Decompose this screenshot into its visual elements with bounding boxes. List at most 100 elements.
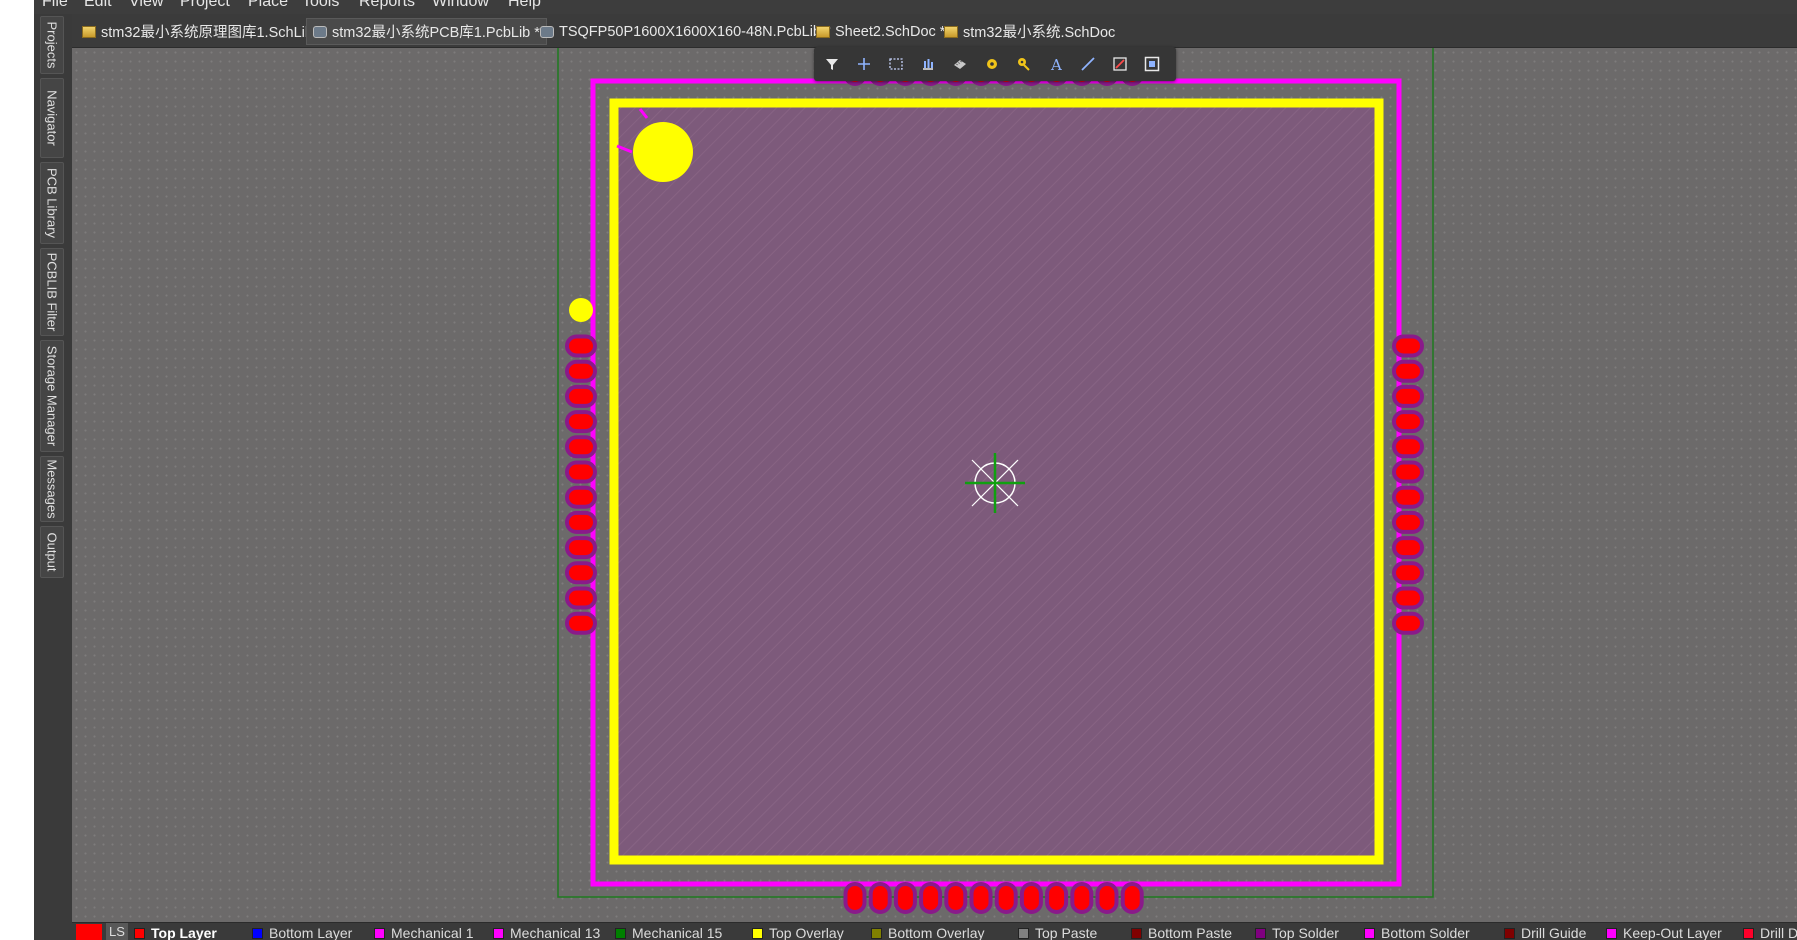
layer-tab-label: Mechanical 15: [632, 925, 723, 940]
layer-tab-top-overlay[interactable]: Top Overlay: [752, 925, 844, 940]
pad-left[interactable]: [565, 536, 597, 560]
tab-pcblib-active[interactable]: stm32最小系统PCB库1.PcbLib *: [306, 18, 547, 45]
layer-tab-label: Drill Drawing: [1760, 925, 1797, 940]
pad-left[interactable]: [565, 611, 597, 635]
pad-bottom[interactable]: [893, 882, 917, 914]
line-icon[interactable]: [1076, 52, 1100, 76]
pad-bottom[interactable]: [994, 882, 1018, 914]
pad-right[interactable]: [1392, 334, 1424, 358]
layer-tab-drill-drawing[interactable]: Drill Drawing: [1743, 925, 1797, 940]
text-icon[interactable]: A: [1044, 52, 1068, 76]
pad-right[interactable]: [1392, 561, 1424, 585]
menu-project[interactable]: Project: [180, 0, 230, 10]
pad-bottom[interactable]: [944, 882, 968, 914]
menu-tools[interactable]: Tools: [302, 0, 339, 10]
pcb-canvas[interactable]: [72, 48, 1797, 922]
pad-left[interactable]: [565, 435, 597, 459]
layer-tab-bottom-paste[interactable]: Bottom Paste: [1131, 925, 1232, 940]
panel-tab-output[interactable]: Output: [40, 526, 64, 578]
select-rect-icon[interactable]: [884, 52, 908, 76]
pad-left[interactable]: [565, 334, 597, 358]
pad-bottom[interactable]: [1045, 882, 1069, 914]
pad-bottom[interactable]: [1070, 882, 1094, 914]
pad-icon[interactable]: [980, 52, 1004, 76]
schlib-icon: [82, 25, 96, 38]
menu-file[interactable]: File: [42, 0, 68, 10]
layer-color-swatch: [252, 927, 263, 939]
pad-right[interactable]: [1392, 611, 1424, 635]
layer-tab-mechanical-1[interactable]: Mechanical 1: [374, 925, 474, 940]
layer-tab-label: Bottom Layer: [269, 925, 353, 940]
menu-reports[interactable]: Reports: [359, 0, 415, 10]
layer-tab-label: Mechanical 13: [510, 925, 601, 940]
pad-bottom[interactable]: [1120, 882, 1144, 914]
pad-bottom[interactable]: [919, 882, 943, 914]
layer-color-swatch: [1364, 927, 1375, 939]
layer-tab-label: Drill Guide: [1521, 925, 1587, 940]
pad-bottom[interactable]: [1095, 882, 1119, 914]
layer-tab-label: Keep-Out Layer: [1623, 925, 1722, 940]
panel-tab-projects[interactable]: Projects: [40, 16, 64, 74]
pad-right[interactable]: [1392, 359, 1424, 383]
pad-left[interactable]: [565, 485, 597, 509]
layer-tab-bottom-solder[interactable]: Bottom Solder: [1364, 925, 1470, 940]
svg-text:A: A: [1050, 56, 1062, 72]
pad-right[interactable]: [1392, 510, 1424, 534]
pad-right[interactable]: [1392, 536, 1424, 560]
add-cross-icon[interactable]: [852, 52, 876, 76]
document-tab-bar: stm32最小系统原理图库1.SchLib stm32最小系统PCB库1.Pcb…: [72, 14, 1797, 48]
menu-help[interactable]: Help: [508, 0, 541, 10]
pad-right[interactable]: [1392, 410, 1424, 434]
layer-tab-mechanical-13[interactable]: Mechanical 13: [493, 925, 600, 940]
pad-right[interactable]: [1392, 435, 1424, 459]
panel-tab-pcb-library[interactable]: PCB Library: [40, 162, 64, 244]
pad-left[interactable]: [565, 510, 597, 534]
layer-tab-bottom-layer[interactable]: Bottom Layer: [252, 925, 352, 940]
tab-tsqfp-pcblib[interactable]: TSQFP50P1600X1600X160-48N.PcbLib *: [534, 18, 837, 45]
layer-tab-label: Top Layer: [151, 925, 217, 940]
layer-tab-top-solder[interactable]: Top Solder: [1255, 925, 1339, 940]
layer-tab-mechanical-15[interactable]: Mechanical 15: [615, 925, 722, 940]
pad-bottom[interactable]: [969, 882, 993, 914]
align-icon[interactable]: [916, 52, 940, 76]
panel-tab-pcblib-filter[interactable]: PCBLIB Filter: [40, 248, 64, 336]
layer-tab-top-paste[interactable]: Top Paste: [1018, 925, 1097, 940]
tab-sheet2-schdoc[interactable]: Sheet2.SchDoc *: [810, 18, 951, 45]
via-icon[interactable]: [1012, 52, 1036, 76]
menu-edit[interactable]: Edit: [84, 0, 112, 10]
menu-view[interactable]: View: [129, 0, 163, 10]
pad-bottom[interactable]: [868, 882, 892, 914]
layer-tab-label: Bottom Overlay: [888, 925, 985, 940]
pad-left[interactable]: [565, 359, 597, 383]
panel-tab-navigator[interactable]: Navigator: [40, 78, 64, 158]
pad-left[interactable]: [565, 561, 597, 585]
layer-color-swatch: [1018, 927, 1029, 939]
layer-set-button[interactable]: LS: [106, 923, 128, 940]
panel-tab-messages[interactable]: Messages: [40, 456, 64, 522]
tab-schlib[interactable]: stm32最小系统原理图库1.SchLib: [76, 18, 319, 45]
pad-right[interactable]: [1392, 384, 1424, 408]
menu-window[interactable]: Window: [432, 0, 489, 10]
layer-tab-keep-out-layer[interactable]: Keep-Out Layer: [1606, 925, 1722, 940]
pad-left[interactable]: [565, 410, 597, 434]
pad-right[interactable]: [1392, 460, 1424, 484]
pad-left[interactable]: [565, 460, 597, 484]
panel-tab-storage-manager[interactable]: Storage Manager: [40, 340, 64, 452]
pad-bottom[interactable]: [843, 882, 867, 914]
pad-bottom[interactable]: [1019, 882, 1043, 914]
pad-right[interactable]: [1392, 485, 1424, 509]
pad-right[interactable]: [1392, 586, 1424, 610]
pad-left[interactable]: [565, 384, 597, 408]
filter-icon[interactable]: [820, 52, 844, 76]
pad-left[interactable]: [565, 586, 597, 610]
layer-tab-top-layer[interactable]: Top Layer: [134, 925, 217, 940]
fill-icon[interactable]: [1108, 52, 1132, 76]
layer-tab-drill-guide[interactable]: Drill Guide: [1504, 925, 1586, 940]
menu-place[interactable]: Place: [248, 0, 288, 10]
layer-color-swatch: [871, 927, 882, 939]
component-icon[interactable]: [948, 52, 972, 76]
region-icon[interactable]: [1140, 52, 1164, 76]
tab-stm32-schdoc[interactable]: stm32最小系统.SchDoc: [938, 18, 1121, 45]
current-layer-swatch[interactable]: [76, 924, 102, 940]
layer-tab-bottom-overlay[interactable]: Bottom Overlay: [871, 925, 984, 940]
